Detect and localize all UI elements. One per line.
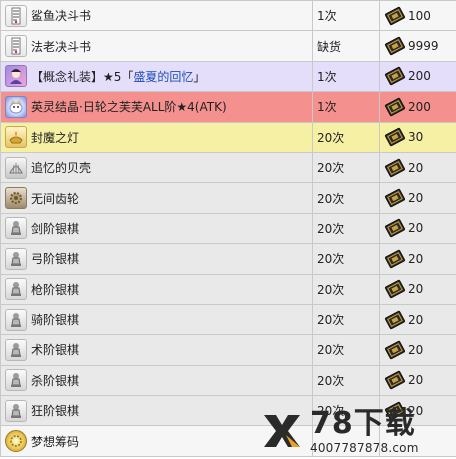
item-name: 封魔之灯 [31, 130, 80, 145]
price-value: 30 [408, 130, 424, 145]
exchange-ticket-icon [384, 369, 406, 391]
limit-cell: 20次 [312, 151, 380, 184]
limit-cell: 缺货 [312, 30, 380, 62]
exchange-ticket-icon [384, 157, 406, 179]
limit-cell: 20次 [312, 395, 380, 427]
exchange-ticket-icon [384, 339, 406, 361]
limit-cell: 20次 [312, 364, 380, 397]
exchange-ticket-icon [384, 35, 406, 57]
exchange-ticket-icon [384, 5, 406, 27]
craft-essence-link[interactable]: 盛夏的回忆 [133, 70, 193, 84]
item-name: 狂阶银棋 [31, 404, 80, 419]
limit-cell: 1次 [312, 60, 380, 93]
table-row: 梦想筹码 [0, 425, 456, 457]
silver-piece-icon [5, 399, 27, 422]
limit-cell: 1次 [312, 91, 380, 123]
limit-cell: 20次 [312, 303, 380, 336]
item-name: 无间齿轮 [31, 191, 80, 206]
exchange-ticket-icon [384, 278, 406, 300]
shell-icon [5, 156, 27, 179]
item-name: 剑阶银棋 [31, 221, 80, 236]
exchange-ticket-icon [384, 217, 406, 239]
price-value: 200 [408, 99, 431, 114]
price-value: 20 [408, 160, 424, 175]
table-row: 杀阶银棋 20次 20 [0, 364, 456, 397]
scroll-icon [5, 4, 27, 27]
item-name: 追忆的贝壳 [31, 161, 92, 176]
price-value: 100 [408, 8, 431, 23]
limit-cell: 20次 [312, 334, 380, 366]
item-name: 【概念礼装】★5「盛夏的回忆」 [31, 69, 206, 84]
table-row: 术阶银棋 20次 20 [0, 334, 456, 366]
item-name: 英灵结晶·日轮之芙芙ALL阶★4(ATK) [31, 100, 227, 115]
item-name: 骑阶银棋 [31, 313, 80, 328]
table-row: 弓阶银棋 20次 20 [0, 243, 456, 275]
item-name: 弓阶银棋 [31, 252, 80, 267]
price-value: 200 [408, 69, 431, 84]
price-value: 20 [408, 373, 424, 388]
fou-crystal-icon [5, 95, 27, 118]
silver-piece-icon [5, 338, 27, 361]
scroll-icon [5, 35, 27, 58]
item-name: 杀阶银棋 [31, 373, 80, 388]
table-row: 【概念礼装】★5「盛夏的回忆」 1次 200 [0, 60, 456, 93]
exchange-ticket-icon [384, 400, 406, 422]
table-row: 剑阶银棋 20次 20 [0, 212, 456, 245]
limit-cell: 20次 [312, 212, 380, 245]
item-name: 梦想筹码 [31, 434, 80, 449]
shop-exchange-table: 鲨鱼决斗书 1次 100 法老决斗书 缺货 9999 【概念礼装】★5「盛夏的回… [0, 0, 456, 457]
gear-icon [5, 187, 27, 210]
table-row: 英灵结晶·日轮之芙芙ALL阶★4(ATK) 1次 200 [0, 91, 456, 123]
price-value: 9999 [408, 39, 439, 54]
item-name: 术阶银棋 [31, 343, 80, 358]
table-row: 追忆的贝壳 20次 20 [0, 151, 456, 184]
silver-piece-icon [5, 247, 27, 270]
exchange-ticket-icon [384, 65, 406, 87]
price-value: 20 [408, 221, 424, 236]
silver-piece-icon [5, 369, 27, 392]
limit-cell: 20次 [312, 243, 380, 275]
table-row: 狂阶银棋 20次 20 [0, 395, 456, 427]
exchange-ticket-icon [384, 126, 406, 148]
table-row: 无间齿轮 20次 20 [0, 182, 456, 214]
price-value: 20 [408, 312, 424, 327]
exchange-ticket-icon [384, 248, 406, 270]
price-cell [379, 425, 456, 457]
chip-icon [5, 430, 27, 453]
item-name: 枪阶银棋 [31, 282, 80, 297]
craft-essence-icon [5, 65, 27, 88]
table-row: 封魔之灯 20次 30 [0, 121, 456, 153]
item-name: 法老决斗书 [31, 39, 92, 54]
limit-cell: 20次 [312, 121, 380, 153]
exchange-ticket-icon [384, 96, 406, 118]
price-value: 20 [408, 191, 424, 206]
price-value: 20 [408, 342, 424, 357]
price-value: 20 [408, 251, 424, 266]
lamp-icon [5, 126, 27, 149]
table-row: 法老决斗书 缺货 9999 [0, 30, 456, 62]
item-name: 鲨鱼决斗书 [31, 9, 92, 24]
limit-cell: 20次 [312, 182, 380, 214]
limit-cell: 20次 [312, 273, 380, 305]
table-row: 骑阶银棋 20次 20 [0, 303, 456, 336]
table-row: 鲨鱼决斗书 1次 100 [0, 0, 456, 32]
silver-piece-icon [5, 217, 27, 240]
exchange-ticket-icon [384, 187, 406, 209]
table-row: 枪阶银棋 20次 20 [0, 273, 456, 305]
limit-cell: 1次 [312, 0, 380, 32]
price-value: 20 [408, 403, 424, 418]
price-value: 20 [408, 282, 424, 297]
silver-piece-icon [5, 278, 27, 301]
silver-piece-icon [5, 308, 27, 331]
limit-cell [312, 425, 380, 457]
exchange-ticket-icon [384, 309, 406, 331]
